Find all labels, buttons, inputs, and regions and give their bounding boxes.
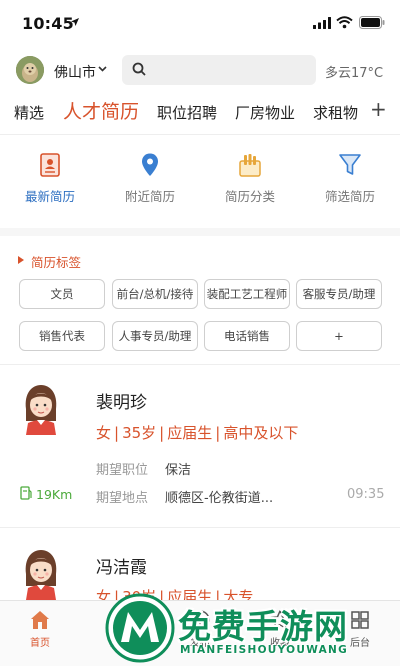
add-tab-button[interactable]: + xyxy=(370,97,387,121)
status-time: 10:45 xyxy=(22,14,74,33)
resume-card[interactable]: 裴明珍 女 | 35岁 | 应届生 | 高中及以下 期望职位 保洁 期望地点 顺德区-伦教街… xyxy=(0,365,400,525)
filter-funnel-icon xyxy=(339,154,361,175)
signal-icon xyxy=(313,17,331,29)
tab-job-recruitment[interactable]: 职位招聘 xyxy=(157,102,217,123)
user-avatar[interactable] xyxy=(16,56,44,84)
quick-filter-resumes[interactable]: 筛选简历 xyxy=(300,148,400,205)
resume-name: 裴明珍 xyxy=(96,393,147,413)
tag-chip[interactable]: 销售代表 xyxy=(19,321,105,351)
weather-text: 多云17°C xyxy=(325,66,384,81)
tag-chip[interactable]: 电话销售 xyxy=(204,321,290,351)
resume-distance: 19Km xyxy=(36,487,73,502)
female-avatar-icon xyxy=(25,385,57,435)
quick-resume-category[interactable]: 简历分类 xyxy=(200,148,300,205)
distance-icon xyxy=(20,486,32,500)
watermark-logo-icon xyxy=(105,593,175,663)
quick-label: 筛选简历 xyxy=(324,189,375,204)
tag-chip[interactable]: 人事专员/助理 xyxy=(112,321,198,351)
watermark-title: 免费手游网 xyxy=(178,607,348,646)
city-selector[interactable]: 佛山市 xyxy=(54,62,96,82)
top-header: 佛山市 多云17°C xyxy=(0,50,400,90)
quick-label: 最新简历 xyxy=(24,189,75,204)
nav-label: 首页 xyxy=(30,638,50,649)
tag-chip[interactable]: 前台/总机/接待 xyxy=(112,279,198,309)
resume-meta: 女 | 35岁 | 应届生 | 高中及以下 xyxy=(96,424,299,442)
avatar-image-icon xyxy=(16,56,44,84)
home-icon xyxy=(31,611,49,629)
resume-age: 35岁 xyxy=(122,424,157,442)
map-pin-icon xyxy=(142,153,158,176)
resume-card-icon xyxy=(40,153,60,177)
quick-label: 附近简历 xyxy=(124,189,175,204)
chevron-down-icon[interactable] xyxy=(98,66,107,72)
status-bar: 10:45 xyxy=(0,0,400,46)
search-input[interactable] xyxy=(122,55,316,85)
resume-name: 冯洁霞 xyxy=(96,558,147,578)
female-avatar-icon xyxy=(25,550,57,600)
position-value: 保洁 xyxy=(165,463,192,478)
watermark: 免费手游网 MIANFEISHOUYOUWANG xyxy=(100,586,400,666)
tab-talent-resume[interactable]: 人才简历 xyxy=(63,97,139,124)
quick-actions: 最新简历 附近简历 简历分类 筛选简历 xyxy=(0,148,400,218)
tag-chip[interactable]: 文员 xyxy=(19,279,105,309)
tag-chip[interactable]: 装配工艺工程师 xyxy=(204,279,290,309)
location-label: 期望地点 xyxy=(96,491,149,506)
tab-rental[interactable]: 求租物 xyxy=(313,102,358,123)
tab-factory-property[interactable]: 厂房物业 xyxy=(235,102,295,123)
resume-experience: 应届生 xyxy=(167,424,213,442)
nav-home[interactable]: 首页 xyxy=(10,609,70,649)
add-tag-button[interactable]: + xyxy=(296,321,382,351)
wifi-icon xyxy=(336,16,353,29)
battery-icon xyxy=(359,16,385,29)
resume-gender: 女 xyxy=(96,424,112,442)
watermark-subtitle: MIANFEISHOUYOUWANG xyxy=(180,644,349,656)
tab-featured[interactable]: 精选 xyxy=(14,102,44,123)
location-arrow-icon xyxy=(71,18,79,26)
resume-education: 高中及以下 xyxy=(223,424,299,442)
category-icon xyxy=(239,154,261,177)
section-gap xyxy=(0,228,400,236)
tags-title: 简历标签 xyxy=(31,255,82,270)
quick-label: 简历分类 xyxy=(224,189,275,204)
search-icon xyxy=(132,62,146,76)
tab-divider xyxy=(0,134,400,135)
quick-latest-resumes[interactable]: 最新简历 xyxy=(0,148,100,205)
caret-right-icon xyxy=(18,256,24,264)
tag-chip[interactable]: 客服专员/助理 xyxy=(296,279,382,309)
category-tabs: 精选 人才简历 职位招聘 厂房物业 求租物 + xyxy=(0,92,400,132)
resume-time: 09:35 xyxy=(347,487,385,502)
quick-nearby-resumes[interactable]: 附近简历 xyxy=(100,148,200,205)
location-value: 顺德区-伦教街道... xyxy=(165,491,274,506)
position-label: 期望职位 xyxy=(96,463,149,478)
